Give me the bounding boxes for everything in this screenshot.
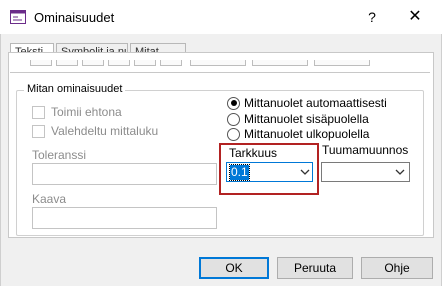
tolerance-label: Toleranssi bbox=[32, 148, 87, 162]
radio-arrows-outside[interactable]: Mittanuolet ulkopuolella bbox=[227, 126, 369, 142]
window-title: Ominaisuudet bbox=[34, 10, 115, 25]
checkbox-label: Toimii ehtona bbox=[51, 105, 122, 119]
precision-label: Tarkkuus bbox=[229, 146, 278, 160]
radio-button[interactable] bbox=[227, 127, 240, 141]
title-bar: Ominaisuudet ? ✕ bbox=[0, 0, 442, 34]
toolbar-strip bbox=[30, 60, 442, 66]
radio-arrows-inside[interactable]: Mittanuolet sisäpuolella bbox=[227, 111, 369, 127]
chevron-down-icon[interactable] bbox=[299, 167, 311, 177]
cancel-button[interactable]: Peruuta bbox=[277, 257, 353, 279]
inch-conversion-label: Tuumamuunnos bbox=[322, 143, 409, 157]
chevron-down-icon[interactable] bbox=[394, 167, 406, 177]
inch-conversion-select[interactable] bbox=[321, 162, 410, 182]
checkbox-label: Valehdeltu mittaluku bbox=[51, 124, 159, 138]
close-icon[interactable]: ✕ bbox=[400, 6, 430, 28]
checkbox-acts-as-condition[interactable]: Toimii ehtona bbox=[32, 104, 122, 120]
checkbox-box[interactable] bbox=[32, 105, 45, 119]
help-button[interactable]: Ohje bbox=[361, 257, 433, 279]
radio-label: Mittanuolet ulkopuolella bbox=[244, 127, 370, 141]
precision-select[interactable]: 0.1 bbox=[226, 162, 313, 182]
radio-arrows-automatic[interactable]: Mittanuolet automaattisesti bbox=[227, 95, 387, 111]
radio-label: Mittanuolet automaattisesti bbox=[244, 96, 387, 110]
checkbox-fake-dimension-value[interactable]: Valehdeltu mittaluku bbox=[32, 123, 158, 139]
separator bbox=[10, 72, 430, 73]
checkbox-box[interactable] bbox=[32, 124, 45, 138]
group-title: Mitan ominaisuudet bbox=[24, 83, 126, 95]
radio-button[interactable] bbox=[227, 96, 240, 110]
formula-field[interactable] bbox=[32, 207, 217, 229]
inch-conversion-value bbox=[325, 165, 327, 180]
radio-label: Mittanuolet sisäpuolella bbox=[244, 112, 369, 126]
formula-label: Kaava bbox=[32, 192, 67, 206]
precision-value: 0.1 bbox=[229, 164, 250, 181]
help-title-button[interactable]: ? bbox=[360, 6, 384, 28]
radio-button[interactable] bbox=[227, 112, 240, 126]
tolerance-field[interactable] bbox=[32, 163, 217, 185]
properties-icon bbox=[10, 10, 26, 24]
ok-button[interactable]: OK bbox=[199, 257, 269, 279]
